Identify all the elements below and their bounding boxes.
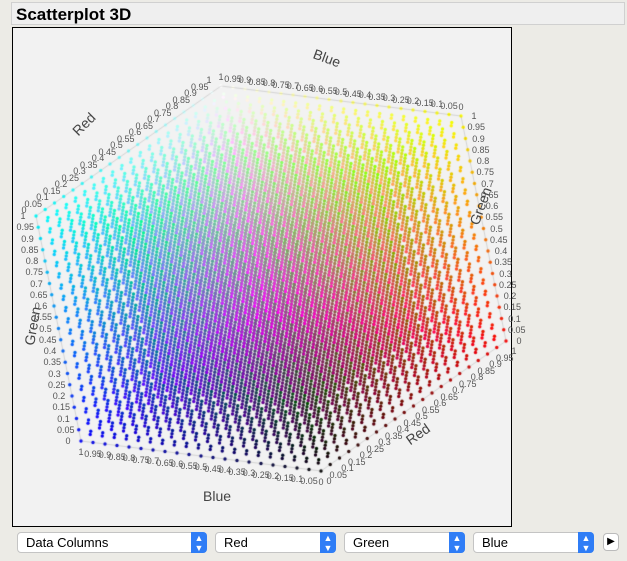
red-axis-tick: 1 — [511, 346, 517, 356]
green-axis-tick: 0.9 — [21, 233, 34, 244]
green-axis-tick: 0.35 — [43, 357, 62, 368]
chevron-updown-icon: ▲ ▼ — [449, 532, 465, 553]
green-axis-tick: 0.45 — [38, 334, 57, 345]
green-axis-tick: 0.3 — [499, 268, 512, 279]
x-column-select[interactable]: Red ▲ ▼ — [215, 532, 336, 553]
green-axis-tick: 0.85 — [471, 144, 490, 155]
scatterplot-3d[interactable]: 0 0.05 0.1 0.15 0.2 0.25 0.3 0.35 0.4 0.45 0.5 0.55… — [12, 27, 526, 527]
green-axis-tick: 0.15 — [52, 402, 71, 413]
blue-axis-tick: 0.95 — [224, 73, 242, 84]
green-axis-tick: 0 — [65, 436, 71, 446]
green-axis-tick: 0.1 — [57, 413, 70, 424]
z-column-value: Blue — [482, 535, 509, 550]
green-axis-tick: 0.15 — [503, 302, 522, 313]
green-axis-tick: 0.8 — [25, 256, 39, 266]
green-axis-tick: 0.2 — [503, 291, 517, 301]
green-axis-tick: 0.5 — [39, 323, 52, 334]
green-axis-tick: 0.2 — [52, 391, 66, 401]
red-axis-tick: 1 — [206, 75, 212, 85]
green-axis-tick: 0.75 — [25, 267, 44, 278]
source-select[interactable]: Data Columns ▲ ▼ — [17, 532, 207, 553]
green-axis-tick: 0.35 — [494, 257, 513, 268]
green-axis-tick: 0.05 — [56, 424, 75, 435]
green-axis-tick: 0.65 — [29, 289, 48, 300]
blue-axis-tick: 0.95 — [84, 448, 102, 459]
green-axis-tick: 0 — [516, 336, 522, 346]
y-column-select[interactable]: Green ▲ ▼ — [344, 532, 465, 553]
green-axis-tick: 0.4 — [494, 246, 508, 256]
chevron-updown-icon: ▲ ▼ — [578, 532, 594, 553]
green-axis-tick: 0.5 — [490, 223, 503, 234]
y-column-value: Green — [353, 535, 390, 550]
x-column-value: Red — [224, 535, 248, 550]
panel-title: Scatterplot 3D — [11, 2, 625, 25]
z-column-select[interactable]: Blue ▲ ▼ — [473, 532, 594, 553]
green-axis-tick: 0.85 — [20, 244, 39, 255]
green-axis-tick: 0.55 — [485, 212, 504, 223]
blue-axis-tick: 0 — [458, 102, 464, 112]
green-axis-tick: 0.95 — [16, 222, 35, 233]
green-axis-tick: 0.4 — [43, 346, 57, 356]
source-value: Data Columns — [26, 535, 109, 550]
green-axis-tick: 0.1 — [508, 313, 521, 324]
blue-axis-tick: 0 — [318, 477, 324, 487]
blue-axis-tick: 1 — [78, 447, 84, 457]
green-axis-tick: 0.8 — [476, 156, 490, 166]
chevron-updown-icon: ▲ ▼ — [191, 532, 207, 553]
arrow-right-icon[interactable]: ▶ — [603, 533, 619, 551]
green-axis-tick: 0.45 — [489, 234, 508, 245]
blue-axis-title-bottom: Blue — [203, 488, 232, 504]
chevron-updown-icon: ▲ ▼ — [320, 532, 336, 553]
green-axis-tick: 0.95 — [467, 122, 486, 133]
green-axis-tick: 0.7 — [30, 278, 43, 289]
blue-axis-tick: 1 — [218, 72, 224, 82]
green-axis-tick: 0.75 — [476, 167, 495, 178]
green-axis-tick: 0.05 — [507, 324, 526, 335]
green-axis-tick: 0.25 — [498, 279, 517, 290]
green-axis-tick: 1 — [471, 111, 477, 121]
green-axis-tick: 0.25 — [47, 379, 66, 390]
green-axis-tick: 0.3 — [48, 368, 61, 379]
green-axis-tick: 0.9 — [472, 133, 485, 144]
